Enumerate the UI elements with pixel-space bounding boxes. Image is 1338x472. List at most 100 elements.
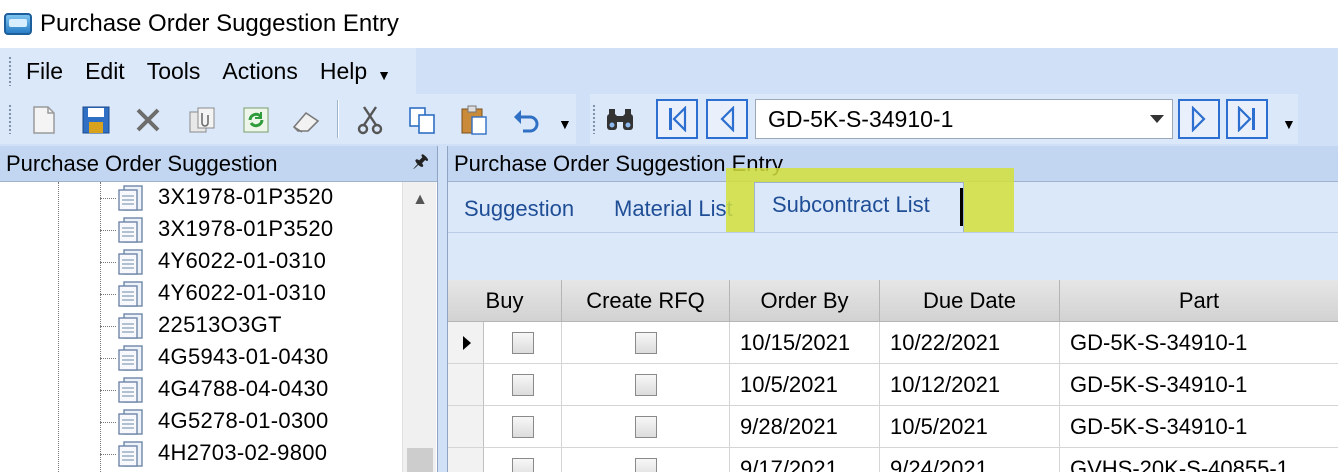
new-icon[interactable] xyxy=(28,104,60,136)
due-date-cell[interactable]: 9/24/2021 xyxy=(880,448,1060,472)
row-selector[interactable] xyxy=(448,406,484,448)
scrollbar-thumb[interactable] xyxy=(407,448,433,472)
scroll-up-icon[interactable]: ▲ xyxy=(403,182,437,218)
buy-cell xyxy=(484,364,562,406)
tree-item[interactable]: 4G4788-04-0430 xyxy=(0,374,400,406)
tab-material-list[interactable]: Material List xyxy=(614,196,733,222)
part-cell[interactable]: GD-5K-S-34910-1 xyxy=(1060,406,1338,448)
buy-checkbox[interactable] xyxy=(511,415,534,438)
due-date-cell[interactable]: 10/5/2021 xyxy=(880,406,1060,448)
order-by-cell[interactable]: 9/17/2021 xyxy=(730,448,880,472)
record-selector-value[interactable]: GD-5K-S-34910-1 xyxy=(756,106,1142,133)
tree-item-label[interactable]: 4G5278-01-0300 xyxy=(158,408,329,434)
tree-item[interactable]: 3X1978-01P3520 xyxy=(0,182,400,214)
menu-file[interactable]: File xyxy=(26,58,63,85)
buy-checkbox[interactable] xyxy=(511,331,534,354)
tree-item[interactable]: 4G5278-01-0300 xyxy=(0,406,400,438)
tree-item[interactable]: 4Y6022-01-0310 xyxy=(0,278,400,310)
buy-checkbox[interactable] xyxy=(511,373,534,396)
due-date-cell-text: 10/12/2021 xyxy=(890,371,1001,397)
tree-item[interactable]: 3X1978-01P3520 xyxy=(0,214,400,246)
tree-scrollbar[interactable]: ▲ xyxy=(402,182,436,472)
toolbar-grip[interactable] xyxy=(8,104,12,134)
menu-actions[interactable]: Actions xyxy=(222,58,297,85)
nav-overflow-icon[interactable]: ▼ xyxy=(1282,116,1296,132)
undo-icon[interactable] xyxy=(510,104,542,136)
due-date-cell[interactable]: 10/22/2021 xyxy=(880,322,1060,364)
record-selector[interactable]: GD-5K-S-34910-1 xyxy=(755,99,1173,139)
table-row[interactable]: 9/17/2021 9/24/2021 GVHS-20K-S-40855-1 xyxy=(448,448,1338,472)
tree-item-label[interactable]: 4G5943-01-0430 xyxy=(158,344,329,370)
tree-item-label[interactable]: 22513O3GT xyxy=(158,312,282,338)
part-cell-text: GD-5K-S-34910-1 xyxy=(1070,413,1248,439)
menu-help[interactable]: Help xyxy=(320,58,367,85)
order-by-cell-text: 9/17/2021 xyxy=(740,455,838,472)
order-by-cell[interactable]: 10/15/2021 xyxy=(730,322,880,364)
chevron-down-icon[interactable] xyxy=(1142,100,1172,138)
paste-icon[interactable] xyxy=(458,104,490,136)
part-cell[interactable]: GD-5K-S-34910-1 xyxy=(1060,364,1338,406)
create-rfq-checkbox[interactable] xyxy=(634,415,657,438)
app-icon xyxy=(4,13,32,35)
tree-item[interactable]: 22513O3GT xyxy=(0,310,400,342)
tree-item-label[interactable]: 3X1978-01P3520 xyxy=(158,184,333,210)
refresh-icon[interactable] xyxy=(240,104,272,136)
create-rfq-checkbox[interactable] xyxy=(634,457,657,472)
attach-icon[interactable] xyxy=(186,104,218,136)
table-row[interactable]: 10/5/2021 10/12/2021 GD-5K-S-34910-1 xyxy=(448,364,1338,406)
menu-tools[interactable]: Tools xyxy=(147,58,201,85)
tree-item[interactable]: 4G5943-01-0430 xyxy=(0,342,400,374)
part-cell-text: GD-5K-S-34910-1 xyxy=(1070,329,1248,355)
create-rfq-checkbox[interactable] xyxy=(634,331,657,354)
row-selector[interactable] xyxy=(448,364,484,406)
due-date-cell-text: 10/22/2021 xyxy=(890,329,1001,355)
document-icon xyxy=(118,281,143,307)
menu-grip[interactable] xyxy=(8,56,12,86)
previous-record-button[interactable] xyxy=(706,99,748,139)
delete-icon[interactable] xyxy=(132,104,164,136)
due-date-cell[interactable]: 10/12/2021 xyxy=(880,364,1060,406)
next-record-button[interactable] xyxy=(1178,99,1220,139)
tree-item[interactable]: 4Y6022-01-0310 xyxy=(0,246,400,278)
buy-checkbox[interactable] xyxy=(511,457,534,472)
column-header-order-by[interactable]: Order By xyxy=(730,280,880,322)
toolbar-overflow-icon[interactable]: ▼ xyxy=(558,116,572,132)
save-icon[interactable] xyxy=(80,104,112,136)
tree-item-label[interactable]: 4Y6022-01-0310 xyxy=(158,280,326,306)
copy-icon[interactable] xyxy=(406,104,438,136)
search-icon[interactable] xyxy=(604,104,636,136)
create-rfq-checkbox[interactable] xyxy=(634,373,657,396)
table-row[interactable]: 9/28/2021 10/5/2021 GD-5K-S-34910-1 xyxy=(448,406,1338,448)
buy-cell xyxy=(484,406,562,448)
tree-item-label[interactable]: 3X1978-01P3520 xyxy=(158,216,333,242)
toolbar-grip-2[interactable] xyxy=(592,104,596,134)
pane-splitter[interactable] xyxy=(438,146,448,472)
first-record-button[interactable] xyxy=(656,99,698,139)
tree-item-label[interactable]: 4Y6022-01-0310 xyxy=(158,248,326,274)
create-rfq-cell xyxy=(562,406,730,448)
column-header-due-date[interactable]: Due Date xyxy=(880,280,1060,322)
pin-icon[interactable]: 🖈 xyxy=(412,149,429,179)
part-cell-text: GD-5K-S-34910-1 xyxy=(1070,371,1248,397)
part-cell[interactable]: GVHS-20K-S-40855-1 xyxy=(1060,448,1338,472)
document-icon xyxy=(118,313,143,339)
tree-item-label[interactable]: 4H2703-02-9800 xyxy=(158,440,327,466)
column-header-create-rfq[interactable]: Create RFQ xyxy=(562,280,730,322)
menu-edit[interactable]: Edit xyxy=(85,58,125,85)
tree-item[interactable]: 4H2703-02-9800 xyxy=(0,438,400,470)
column-header-part[interactable]: Part xyxy=(1060,280,1338,322)
tab-subcontract-list-label[interactable]: Subcontract List xyxy=(772,192,930,218)
clear-icon[interactable] xyxy=(290,104,322,136)
row-selector[interactable] xyxy=(448,322,484,364)
table-row[interactable]: 10/15/2021 10/22/2021 GD-5K-S-34910-1 xyxy=(448,322,1338,364)
menu-overflow-icon[interactable]: ▼ xyxy=(377,67,391,83)
column-header-buy[interactable]: Buy xyxy=(448,280,562,322)
cut-icon[interactable] xyxy=(354,104,386,136)
tab-suggestion[interactable]: Suggestion xyxy=(464,196,574,222)
part-cell[interactable]: GD-5K-S-34910-1 xyxy=(1060,322,1338,364)
order-by-cell[interactable]: 9/28/2021 xyxy=(730,406,880,448)
order-by-cell[interactable]: 10/5/2021 xyxy=(730,364,880,406)
last-record-button[interactable] xyxy=(1226,99,1268,139)
row-selector[interactable] xyxy=(448,448,484,472)
tree-item-label[interactable]: 4G4788-04-0430 xyxy=(158,376,329,402)
